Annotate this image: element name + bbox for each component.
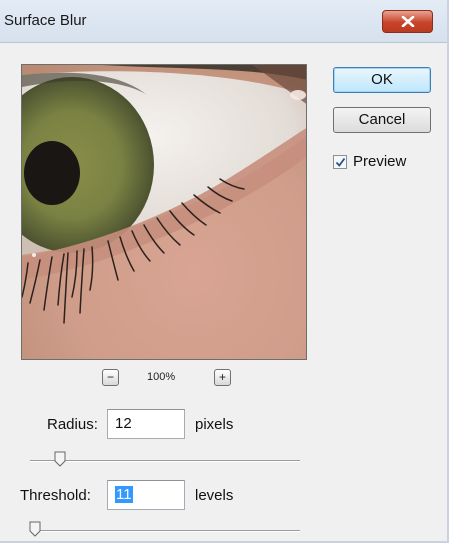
ok-button[interactable]: OK (333, 67, 431, 93)
filter-preview-image[interactable] (21, 64, 307, 360)
radius-input[interactable]: 12 (107, 409, 185, 439)
threshold-input[interactable]: 11 (107, 480, 185, 510)
radius-unit: pixels (195, 416, 234, 433)
checkbox-box[interactable] (333, 155, 347, 169)
threshold-unit: levels (195, 487, 234, 504)
zoom-in-icon: + (218, 370, 226, 384)
close-button[interactable] (382, 10, 433, 33)
checkmark-icon (335, 157, 346, 167)
zoom-level: 100% (147, 371, 176, 383)
window-title: Surface Blur (4, 12, 87, 29)
cancel-button[interactable]: Cancel (333, 107, 431, 133)
radius-label: Radius: (47, 416, 98, 433)
surface-blur-dialog: Surface Blur OK Cancel Preview − 100% + … (0, 0, 449, 543)
zoom-out-icon: − (106, 370, 114, 384)
title-bar[interactable]: Surface Blur (0, 0, 447, 43)
radius-slider-thumb[interactable] (54, 451, 66, 467)
radius-value: 12 (115, 415, 132, 432)
threshold-value: 11 (115, 486, 133, 503)
threshold-slider-track[interactable] (30, 530, 300, 532)
radius-slider-track[interactable] (30, 460, 300, 462)
threshold-label: Threshold: (20, 487, 91, 504)
threshold-slider-thumb[interactable] (29, 521, 41, 537)
close-icon (401, 16, 415, 27)
zoom-out-button[interactable]: − (102, 369, 119, 386)
preview-label: Preview (353, 153, 407, 170)
eye-preview-graphic (22, 65, 306, 359)
zoom-in-button[interactable]: + (214, 369, 231, 386)
